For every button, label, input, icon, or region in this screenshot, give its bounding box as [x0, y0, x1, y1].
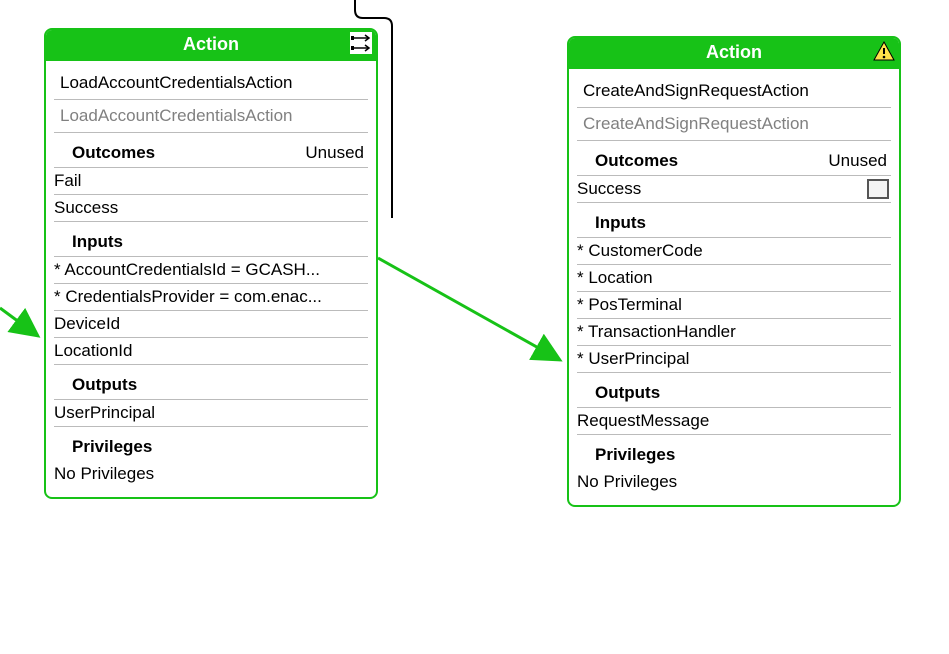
- input-row[interactable]: * CustomerCode: [577, 238, 891, 265]
- outputs-label: Outputs: [595, 383, 660, 403]
- input-label: * CustomerCode: [577, 241, 889, 261]
- privileges-label: Privileges: [72, 437, 152, 457]
- outcomes-label: Outcomes: [595, 151, 678, 171]
- node-header[interactable]: Action: [46, 30, 376, 61]
- node-body: LoadAccountCredentialsAction LoadAccount…: [46, 61, 376, 497]
- outputs-label: Outputs: [72, 375, 137, 395]
- input-row[interactable]: * PosTerminal: [577, 292, 891, 319]
- outcomes-unused-label: Unused: [828, 151, 887, 171]
- privileges-heading: Privileges: [577, 435, 891, 469]
- outcomes-heading: Outcomes Unused: [577, 141, 891, 176]
- input-row[interactable]: * TransactionHandler: [577, 319, 891, 346]
- arrow-into-n1: [0, 308, 38, 336]
- input-label: * Location: [577, 268, 889, 288]
- outputs-heading: Outputs: [54, 365, 368, 400]
- outcome-row[interactable]: Success: [577, 176, 891, 203]
- input-row[interactable]: * Location: [577, 265, 891, 292]
- input-label: * CredentialsProvider = com.enac...: [54, 287, 366, 307]
- node-header-label: Action: [706, 42, 762, 62]
- warning-icon: [873, 40, 895, 62]
- output-row[interactable]: UserPrincipal: [54, 400, 368, 427]
- inputs-heading: Inputs: [577, 203, 891, 238]
- outcomes-label: Outcomes: [72, 143, 155, 163]
- inputs-label: Inputs: [72, 232, 123, 252]
- input-label: * AccountCredentialsId = GCASH...: [54, 260, 366, 280]
- outcome-label: Success: [54, 198, 366, 218]
- node-title: CreateAndSignRequestAction: [577, 75, 891, 108]
- input-row[interactable]: * UserPrincipal: [577, 346, 891, 373]
- input-label: * TransactionHandler: [577, 322, 889, 342]
- input-row[interactable]: * AccountCredentialsId = GCASH...: [54, 257, 368, 284]
- output-label: RequestMessage: [577, 411, 889, 431]
- input-label: LocationId: [54, 341, 366, 361]
- privileges-text: No Privileges: [54, 461, 368, 487]
- outcome-row[interactable]: Success: [54, 195, 368, 222]
- node-subtitle: LoadAccountCredentialsAction: [54, 100, 368, 133]
- output-label: UserPrincipal: [54, 403, 366, 423]
- outcome-label: Success: [577, 179, 861, 199]
- privileges-label: Privileges: [595, 445, 675, 465]
- privileges-heading: Privileges: [54, 427, 368, 461]
- input-row[interactable]: DeviceId: [54, 311, 368, 338]
- outcome-row[interactable]: Fail: [54, 168, 368, 195]
- outcomes-heading: Outcomes Unused: [54, 133, 368, 168]
- node-header-label: Action: [183, 34, 239, 54]
- outcome-unused-checkbox[interactable]: [867, 179, 889, 199]
- action-node-2[interactable]: Action CreateAndSignRequestAction Create…: [567, 36, 901, 507]
- ports-icon: [350, 32, 372, 54]
- outcome-label: Fail: [54, 171, 366, 191]
- node-body: CreateAndSignRequestAction CreateAndSign…: [569, 69, 899, 505]
- outputs-heading: Outputs: [577, 373, 891, 408]
- node-title: LoadAccountCredentialsAction: [54, 67, 368, 100]
- action-node-1[interactable]: Action LoadAccountCredentialsAction Load…: [44, 28, 378, 499]
- input-label: * PosTerminal: [577, 295, 889, 315]
- node-subtitle: CreateAndSignRequestAction: [577, 108, 891, 141]
- inputs-label: Inputs: [595, 213, 646, 233]
- privileges-text: No Privileges: [577, 469, 891, 495]
- input-row[interactable]: LocationId: [54, 338, 368, 365]
- input-label: * UserPrincipal: [577, 349, 889, 369]
- inputs-heading: Inputs: [54, 222, 368, 257]
- arrow-n1-to-n2: [378, 258, 560, 360]
- node-header[interactable]: Action: [569, 38, 899, 69]
- input-row[interactable]: * CredentialsProvider = com.enac...: [54, 284, 368, 311]
- output-row[interactable]: RequestMessage: [577, 408, 891, 435]
- outcomes-unused-label: Unused: [305, 143, 364, 163]
- input-label: DeviceId: [54, 314, 366, 334]
